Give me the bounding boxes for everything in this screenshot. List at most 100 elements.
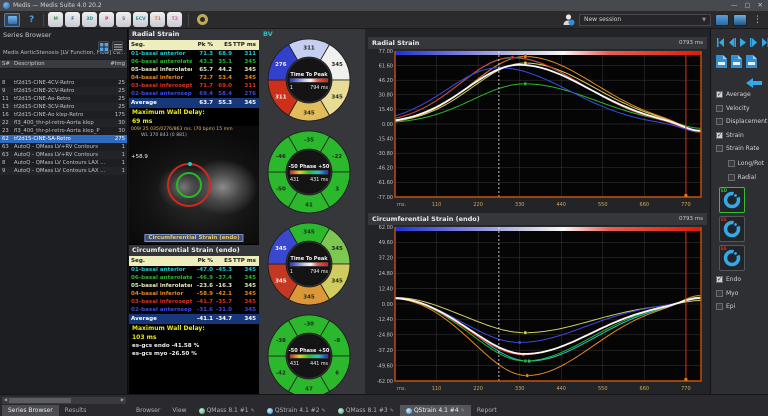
series-row[interactable]: 63AutoQ - QMass LV+RV Contours1 — [0, 143, 127, 151]
tab-report[interactable]: Report — [471, 405, 503, 416]
bullseye-phase-plot[interactable]: -30-8647-42-38-50 Phase +50431441 ms — [259, 312, 365, 400]
column-header: TTP ms — [232, 42, 257, 48]
tab-qstrain-4-1-2[interactable]: QStrain 4.1 #2✎ — [261, 405, 332, 416]
table-header: Seg.Pk %ESTTP ms — [129, 40, 259, 50]
column-header[interactable]: Description — [14, 61, 109, 67]
option-displacement-checkbox[interactable]: Displacement — [716, 115, 767, 129]
tab-qmass-8-1-1[interactable]: QMass 8.1 #1✎ — [193, 405, 261, 416]
segment-value: 345 — [303, 295, 315, 301]
option-strain-rate-checkbox[interactable]: Strain Rate — [716, 142, 767, 156]
qplaque-icon[interactable]: P — [99, 12, 114, 27]
last-frame-button[interactable] — [759, 37, 768, 47]
export-data-button[interactable] — [731, 53, 742, 72]
layout-1-icon[interactable] — [715, 14, 729, 26]
series-row[interactable]: 11tf2d15-CINE-Ao-Retro25 — [0, 95, 127, 103]
segment-row[interactable]: 04-basal inferior72.753.4345 — [129, 74, 259, 82]
ring-tool-icon[interactable] — [197, 14, 208, 25]
scroll-right-icon[interactable]: ▶ — [119, 398, 126, 403]
t1-icon[interactable]: T1 — [150, 12, 165, 27]
next-frame-button[interactable] — [748, 37, 758, 47]
segment-row[interactable]: 03-basal inferoseptal71.769.0311 — [129, 82, 259, 90]
layer-epi-checkbox[interactable]: Epi — [716, 300, 741, 314]
view-sax-2-button[interactable]: ES — [719, 216, 745, 242]
series-row[interactable]: 23fl3_400_thr-pl-retro-Aorta klep_P30 — [0, 127, 127, 135]
column-header[interactable]: S# — [2, 61, 14, 67]
series-number: 13 — [2, 104, 14, 110]
series-horizontal-scrollbar[interactable]: ◀ ▶ — [2, 397, 126, 404]
close-icon[interactable]: ✕ — [758, 0, 763, 11]
view-sax-1-button[interactable]: ED — [719, 187, 745, 213]
option-average-checkbox[interactable]: ✓Average — [716, 88, 767, 102]
bullseye-ttp-plot[interactable]: 311345345345311276Time To Peak1794 ms — [259, 36, 365, 124]
image-overlay-wl: WL 370 843 (0 881) — [141, 133, 187, 138]
series-row[interactable]: 13tf2d15-CINE-3CV-Retro25 — [0, 103, 127, 111]
segment-row[interactable]: 02-basal anteroseptal-31.6-31.0345 — [129, 306, 259, 314]
grid-view-button[interactable] — [98, 41, 109, 52]
endocardial-contour[interactable] — [176, 172, 202, 198]
tab-results[interactable]: Results — [59, 405, 93, 416]
cell: 71.7 — [192, 83, 213, 89]
option-strain-checkbox[interactable]: ✓Strain — [716, 129, 767, 143]
segment-row[interactable]: 02-basal anteroseptal69.458.4276 — [129, 90, 259, 98]
previous-frame-button[interactable] — [726, 37, 736, 47]
cell: -41.1 — [192, 316, 213, 322]
q3d-icon[interactable]: 3D — [82, 12, 97, 27]
segment-row[interactable]: 03-basal inferoseptal-41.7-35.7345 — [129, 298, 259, 306]
export-image-button[interactable] — [716, 53, 727, 72]
segment-value: 345 — [331, 94, 343, 100]
maximize-icon[interactable]: ▢ — [744, 0, 750, 11]
tab-qmass-8-1-3[interactable]: QMass 8.1 #3✎ — [332, 405, 400, 416]
series-row[interactable]: 63AutoQ - QMass LV+RV Contours1 — [0, 151, 127, 159]
viewer-button[interactable] — [4, 13, 20, 27]
export-movie-button[interactable] — [746, 53, 757, 72]
series-row[interactable]: 16tf2d15-CINE-Ao klep-Retro175 — [0, 111, 127, 119]
segment-row[interactable]: 06-basal anterolateral43.335.1345 — [129, 58, 259, 66]
layer-myo-checkbox[interactable]: Myo — [716, 287, 741, 301]
tab-series-browser[interactable]: Series Browser — [2, 405, 59, 416]
qmass-icon[interactable]: M — [48, 12, 63, 27]
session-select[interactable]: New session ▼ — [579, 14, 711, 26]
first-frame-button[interactable] — [715, 37, 725, 47]
overflow-menu-icon[interactable]: ⋮ — [753, 15, 762, 25]
segment-row[interactable]: 06-basal anterolateral-46.9-37.4345 — [129, 274, 259, 282]
t2-icon[interactable]: T2 — [167, 12, 182, 27]
minimize-icon[interactable]: — — [731, 0, 738, 11]
scrollbar-thumb[interactable] — [9, 398, 71, 403]
axis-radial-checkbox[interactable]: Radial — [728, 171, 764, 185]
chart-plot[interactable]: 62.0049.6037.2024.8012.400.00-12.40-24.8… — [368, 225, 707, 393]
qtavi-icon[interactable]: S — [116, 12, 131, 27]
series-row[interactable]: 22fl3_400_thr-pl-retro-Aorta klep30 — [0, 119, 127, 127]
series-row[interactable]: 62tf2d15-CINE-SA-Retro275 — [0, 135, 127, 143]
segment-row[interactable]: 05-basal inferolateral-23.6-16.3345 — [129, 282, 259, 290]
user-icon[interactable] — [562, 13, 575, 26]
segment-row[interactable]: 01-basal anterior71.368.9311 — [129, 50, 259, 58]
segment-row[interactable]: 05-basal inferolateral65.744.2345 — [129, 66, 259, 74]
qflow-icon[interactable]: F — [65, 12, 80, 27]
play-button[interactable] — [737, 37, 747, 47]
tab-browser[interactable]: Browser — [130, 405, 166, 416]
y-tick-label: 46.20 — [379, 78, 393, 84]
ecv-icon[interactable]: ECV — [133, 12, 148, 27]
view-sax-3-button[interactable]: ES — [719, 245, 745, 271]
tab-view[interactable]: View — [166, 405, 192, 416]
list-view-button[interactable] — [112, 41, 123, 52]
column-header[interactable]: #Img — [109, 61, 125, 67]
chart-plot[interactable]: 77.0061.6046.2030.8015.400.00-15.40-30.8… — [368, 49, 707, 209]
series-row[interactable]: 8AutoQ - QMass LV Contours LAX ...1 — [0, 159, 127, 167]
mri-viewport[interactable]: 009/ 25 035/0276/863 ms. (70 bpm) 15 mm … — [129, 126, 259, 244]
series-row[interactable]: 9tf2d15-CINE-2CV-Retro25 — [0, 87, 127, 95]
series-row[interactable]: 9AutoQ - QMass LV Contours LAX ...1 — [0, 167, 127, 175]
bullseye-ttp-plot[interactable]: 345345345345345345Time To Peak1794 ms — [259, 220, 365, 308]
scroll-left-icon[interactable]: ◀ — [2, 398, 9, 403]
layout-2-icon[interactable] — [733, 14, 747, 26]
axis-long-rot-checkbox[interactable]: Long/Rot — [728, 157, 764, 171]
layer-endo-checkbox[interactable]: ✓Endo — [716, 273, 741, 287]
tab-qstrain-4-1-4[interactable]: QStrain 4.1 #4✎ — [400, 405, 471, 416]
help-button[interactable]: ? — [29, 15, 34, 25]
segment-row[interactable]: 04-basal inferior-58.9-42.1345 — [129, 290, 259, 298]
bullseye-phase-plot[interactable]: -35-22341-50-46-50 Phase +50431431 ms — [259, 128, 365, 216]
option-velocity-checkbox[interactable]: Velocity — [716, 102, 767, 116]
epicardial-contour[interactable] — [167, 163, 211, 207]
segment-row[interactable]: 01-basal anterior-47.0-45.3345 — [129, 266, 259, 274]
series-row[interactable]: 8tf2d15-CINE-4CV-Retro25 — [0, 79, 127, 87]
